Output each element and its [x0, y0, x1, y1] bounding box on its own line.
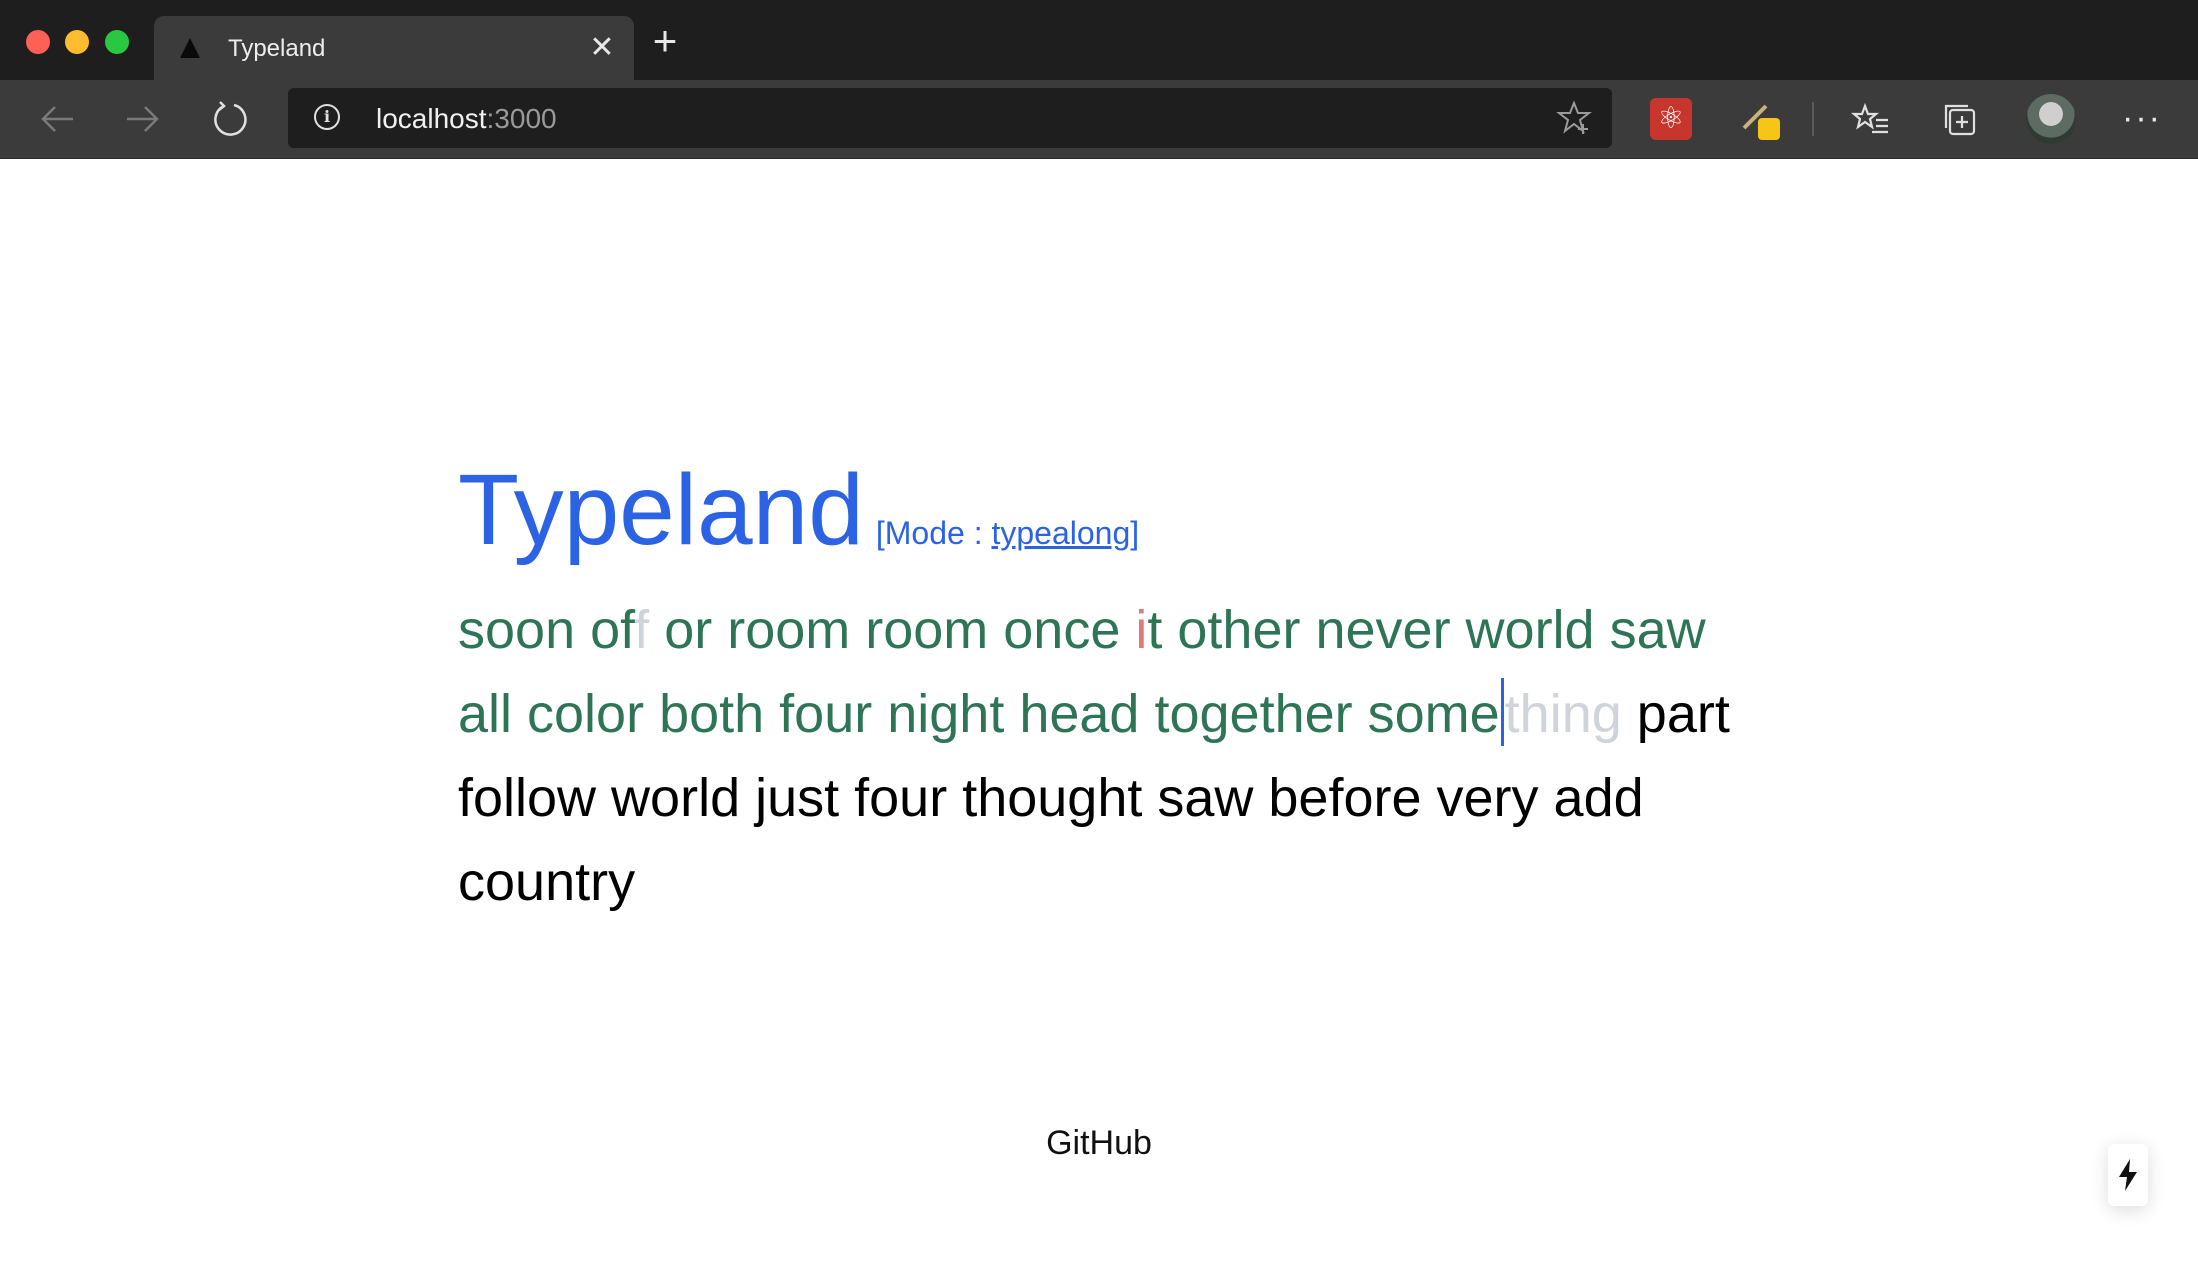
toolbar-separator [1812, 102, 1814, 136]
page-header: Typeland [Mode : typealong] [458, 450, 1139, 570]
text-caret [1500, 678, 1504, 746]
close-icon[interactable]: ✕ [588, 33, 616, 63]
more-icon[interactable]: ··· [2120, 100, 2164, 136]
favorite-star-icon[interactable] [1556, 100, 1592, 136]
address-bar[interactable]: i localhost:3000 [288, 88, 1612, 148]
close-window-button[interactable] [26, 30, 50, 54]
minimize-window-button[interactable] [65, 30, 89, 54]
profile-avatar[interactable] [2026, 94, 2076, 144]
plus-icon[interactable]: + [648, 20, 682, 62]
browser-tab[interactable]: Typeland ✕ [154, 16, 634, 80]
pen-extension-icon[interactable] [1740, 98, 1782, 140]
react-devtools-icon[interactable]: ⚛ [1650, 98, 1692, 140]
browser-toolbar: i localhost:3000 ⚛ ··· [0, 80, 2198, 159]
zoom-window-button[interactable] [105, 30, 129, 54]
forward-icon[interactable] [122, 98, 164, 140]
typing-text-area[interactable]: soon off or room room once it other neve… [458, 588, 1758, 924]
favorites-icon[interactable] [1850, 98, 1892, 140]
browser-title-bar: Typeland ✕ + [0, 0, 2198, 80]
page-title: Typeland [458, 454, 864, 566]
collections-icon[interactable] [1940, 98, 1982, 140]
pending-text: f [634, 600, 650, 660]
github-link[interactable]: GitHub [0, 1124, 2198, 1163]
refresh-icon[interactable] [210, 98, 252, 140]
error-character: i [1135, 600, 1148, 660]
tab-title: Typeland [228, 35, 326, 62]
typed-text: or room room once [649, 600, 1136, 660]
triangle-icon [180, 38, 200, 58]
url-text[interactable]: localhost:3000 [376, 103, 557, 135]
pending-text: thing [1504, 684, 1622, 744]
typed-text: soon of [458, 600, 635, 660]
info-icon[interactable]: i [314, 104, 340, 130]
mode-link[interactable]: typealong [991, 515, 1130, 551]
mode-label: [Mode : typealong] [875, 515, 1140, 551]
lightning-icon[interactable] [2108, 1144, 2148, 1206]
back-icon[interactable] [36, 98, 78, 140]
